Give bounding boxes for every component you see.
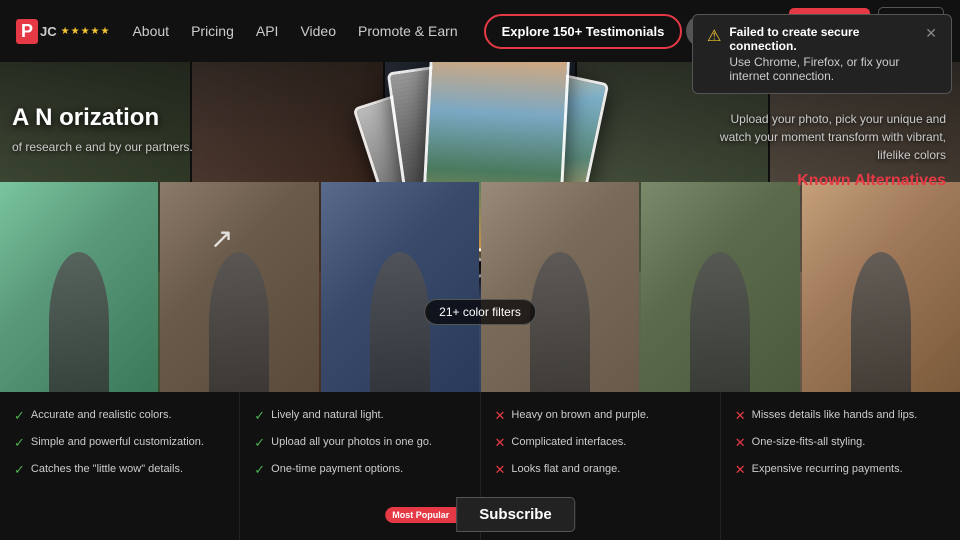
strip-person-6	[851, 252, 911, 392]
strip-image-3	[321, 182, 479, 392]
feature-text: Accurate and realistic colors.	[31, 408, 172, 422]
hero-title: A N orization	[12, 104, 292, 133]
feature-text: Expensive recurring payments.	[752, 462, 903, 476]
nav-pricing[interactable]: Pricing	[181, 17, 244, 45]
x-icon: ✕	[735, 435, 746, 452]
hero: A N orization of research e and by our p…	[0, 62, 960, 540]
check-icon: ✓	[14, 462, 25, 479]
strip-person-1	[49, 252, 109, 392]
x-icon: ✕	[495, 408, 506, 425]
strip-person-5	[690, 252, 750, 392]
strip-image-5	[641, 182, 799, 392]
strip-image-6	[802, 182, 960, 392]
testimonials-button[interactable]: Explore 150+ Testimonials	[484, 14, 683, 49]
logo-p: P	[16, 19, 38, 44]
feature-item: ✕ Complicated interfaces.	[495, 435, 706, 452]
close-icon[interactable]: ✕	[925, 25, 937, 42]
warning-icon: ⚠	[707, 26, 721, 46]
features-col-1: ✓ Accurate and realistic colors. ✓ Simpl…	[0, 392, 240, 540]
strip-person-2	[209, 252, 269, 392]
feature-item: ✕ One-size-fits-all styling.	[735, 435, 946, 452]
feature-item: ✓ Catches the "little wow" details.	[14, 462, 225, 479]
strip-person-3	[370, 252, 430, 392]
hero-text-right: Upload your photo, pick your unique and …	[706, 110, 946, 164]
feature-text: One-time payment options.	[271, 462, 403, 476]
nav-api[interactable]: API	[246, 17, 289, 45]
check-icon: ✓	[254, 435, 265, 452]
toast-title: Failed to create secure connection.	[729, 25, 917, 53]
logo[interactable]: P JC ★★★★★	[16, 19, 110, 44]
features-col-4: ✕ Misses details like hands and lips. ✕ …	[721, 392, 960, 540]
check-icon: ✓	[254, 408, 265, 425]
arrow-icon: ↗	[210, 222, 233, 255]
feature-text: Catches the "little wow" details.	[31, 462, 183, 476]
x-icon: ✕	[735, 408, 746, 425]
nav-about[interactable]: About	[122, 17, 179, 45]
feature-item: ✕ Looks flat and orange.	[495, 462, 706, 479]
x-icon: ✕	[495, 462, 506, 479]
nav-promote[interactable]: Promote & Earn	[348, 17, 468, 45]
strip-person-4	[530, 252, 590, 392]
nav-video[interactable]: Video	[290, 17, 346, 45]
known-alternatives-heading: Known Alternatives	[797, 172, 946, 190]
feature-text: Heavy on brown and purple.	[511, 408, 649, 422]
x-icon: ✕	[495, 435, 506, 452]
logo-stars: ★★★★★	[61, 26, 111, 37]
feature-text: One-size-fits-all styling.	[752, 435, 866, 449]
filter-badge[interactable]: 21+ color filters	[424, 299, 536, 325]
subscribe-button[interactable]: Subscribe	[456, 497, 575, 532]
feature-text: Simple and powerful customization.	[31, 435, 204, 449]
subscribe-area: Most Popular Subscribe	[385, 497, 575, 532]
toast-body: Use Chrome, Firefox, or fix your interne…	[729, 55, 917, 83]
feature-item: ✓ Accurate and realistic colors.	[14, 408, 225, 425]
strip-image-4	[481, 182, 639, 392]
feature-text: Looks flat and orange.	[511, 462, 620, 476]
feature-item: ✓ One-time payment options.	[254, 462, 465, 479]
hero-subtitle: of research e and by our partners.	[12, 139, 292, 156]
feature-item: ✕ Heavy on brown and purple.	[495, 408, 706, 425]
feature-text: Upload all your photos in one go.	[271, 435, 432, 449]
feature-item: ✕ Misses details like hands and lips.	[735, 408, 946, 425]
feature-item: ✓ Lively and natural light.	[254, 408, 465, 425]
check-icon: ✓	[14, 435, 25, 452]
toast-content: Failed to create secure connection. Use …	[729, 25, 917, 83]
check-icon: ✓	[14, 408, 25, 425]
hero-right-title: Upload your photo, pick your unique and …	[706, 110, 946, 164]
most-popular-badge: Most Popular	[385, 507, 456, 523]
x-icon: ✕	[735, 462, 746, 479]
feature-item: ✓ Simple and powerful customization.	[14, 435, 225, 452]
hero-text-left: A N orization of research e and by our p…	[12, 104, 292, 156]
feature-text: Complicated interfaces.	[511, 435, 626, 449]
bottom-strip	[0, 182, 960, 392]
strip-image-1	[0, 182, 158, 392]
feature-item: ✕ Expensive recurring payments.	[735, 462, 946, 479]
strip-image-2	[160, 182, 318, 392]
logo-jc: JC	[40, 24, 57, 39]
nav-links: About Pricing API Video Promote & Earn	[122, 17, 467, 45]
check-icon: ✓	[254, 462, 265, 479]
feature-text: Misses details like hands and lips.	[752, 408, 918, 422]
error-toast: ⚠ Failed to create secure connection. Us…	[692, 14, 952, 94]
feature-text: Lively and natural light.	[271, 408, 384, 422]
feature-item: ✓ Upload all your photos in one go.	[254, 435, 465, 452]
